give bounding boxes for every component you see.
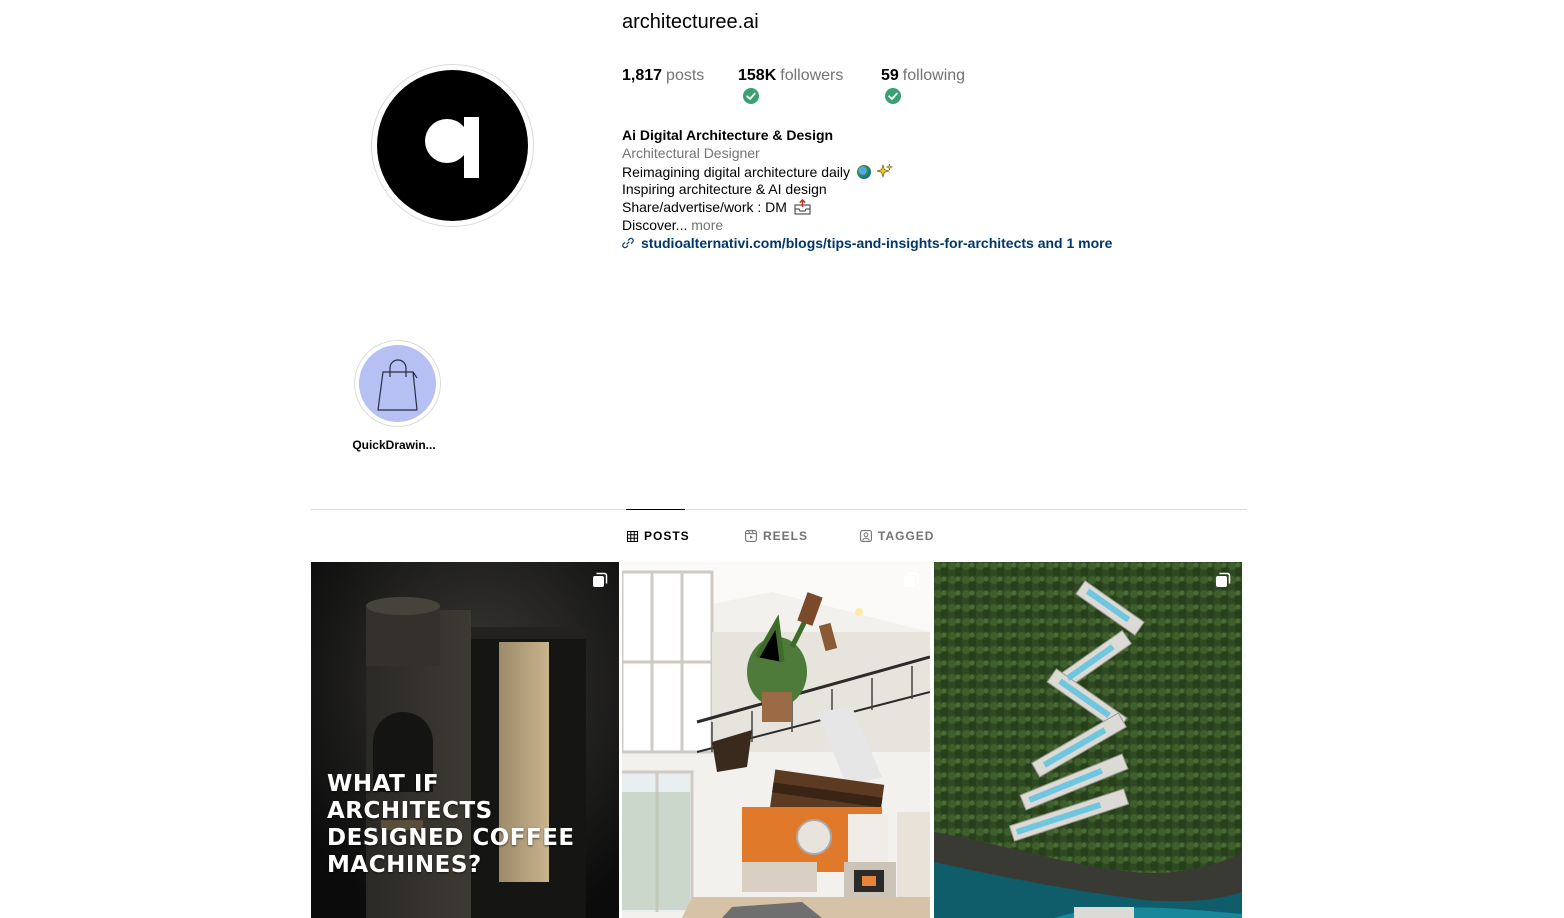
tab-reels[interactable]: REELS <box>745 529 808 543</box>
grid-icon <box>627 530 638 542</box>
tab-reels-label: REELS <box>763 529 809 543</box>
profile-full-name: Ai Digital Architecture & Design <box>622 127 834 143</box>
shopping-bag-icon <box>377 359 418 411</box>
bio-line-2: Inspiring architecture & AI design <box>622 181 827 197</box>
posts-label: posts <box>666 67 705 84</box>
following-count: 59 <box>881 67 899 84</box>
profile-username[interactable]: architecturee.ai <box>622 11 759 34</box>
tabs-divider <box>311 509 1247 510</box>
bio-line-1: Reimagining digital architecture daily <box>622 163 893 180</box>
brand-logo-icon <box>425 117 479 178</box>
highlight-cover <box>359 345 436 422</box>
following-label: following <box>902 67 966 84</box>
post-image <box>934 562 1242 918</box>
profile-website-link-text: studioalternativi.com/blogs/tips-and-ins… <box>641 235 1113 251</box>
avatar <box>377 70 528 221</box>
bio-line-4: Discover... more <box>622 217 723 233</box>
followers-label: followers <box>780 67 844 84</box>
tagged-icon <box>860 530 872 542</box>
outbox-tray-emoji-icon <box>794 199 811 215</box>
bio-text: Reimagining digital architecture daily <box>622 164 851 180</box>
multiple-posts-icon <box>904 572 919 587</box>
post-image <box>622 562 930 918</box>
profile-avatar-button[interactable] <box>371 64 534 227</box>
followers-stat-link[interactable]: 158K followers <box>738 67 843 85</box>
globe-emoji-icon <box>856 165 871 179</box>
bio-text: Discover... <box>622 217 688 233</box>
post-tile-interior[interactable] <box>622 562 930 918</box>
tab-posts[interactable]: POSTS <box>627 529 690 543</box>
highlight-label[interactable]: QuickDrawin... <box>334 438 454 452</box>
bio-line-3: Share/advertise/work : DM <box>622 199 811 215</box>
tab-posts-label: POSTS <box>644 529 690 543</box>
active-tab-indicator <box>626 509 685 510</box>
tab-tagged-label: TAGGED <box>878 529 935 543</box>
followers-count: 158K <box>738 67 777 84</box>
posts-count: 1,817 <box>622 67 663 84</box>
sparkles-emoji-icon <box>876 163 893 179</box>
multiple-posts-icon <box>593 572 608 587</box>
tab-tagged[interactable]: TAGGED <box>860 529 934 543</box>
post-tile-zigzag-villa[interactable] <box>934 562 1242 918</box>
posts-count-stat: 1,817 posts <box>622 67 704 85</box>
bio-more-link[interactable]: more <box>691 217 723 233</box>
story-highlight[interactable] <box>354 340 441 427</box>
post-tile-coffee-machine[interactable]: What if architects designed coffee machi… <box>311 562 619 918</box>
bio-text: Share/advertise/work : DM <box>622 199 787 215</box>
profile-category: Architectural Designer <box>622 145 760 161</box>
reels-icon <box>745 530 757 542</box>
post-caption: What if architects designed coffee machi… <box>327 771 575 878</box>
check-circle-icon <box>885 88 901 104</box>
multiple-posts-icon <box>1216 572 1231 587</box>
check-circle-icon <box>743 88 759 104</box>
link-icon <box>622 237 634 249</box>
profile-website-link[interactable]: studioalternativi.com/blogs/tips-and-ins… <box>622 235 1112 251</box>
following-stat-link[interactable]: 59 following <box>881 67 965 85</box>
